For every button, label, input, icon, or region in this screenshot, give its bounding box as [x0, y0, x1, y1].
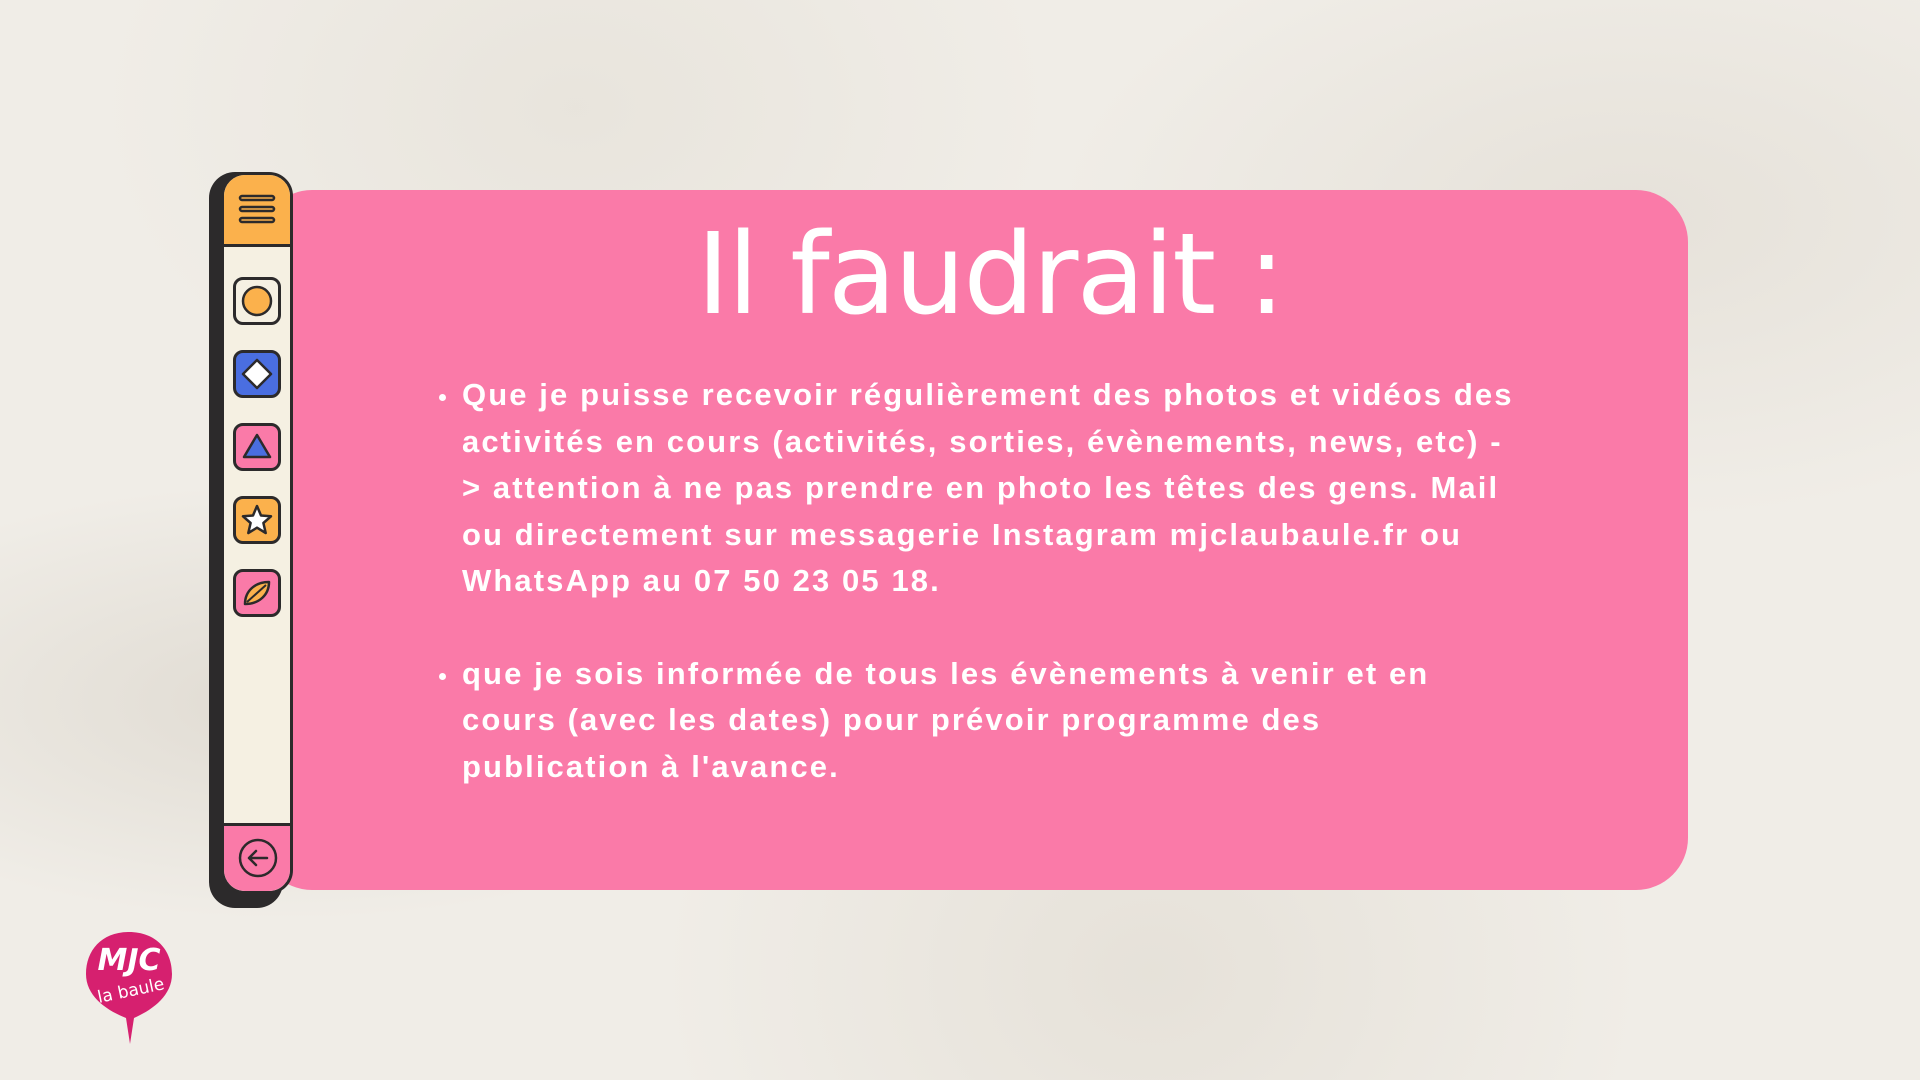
star-icon [241, 504, 273, 535]
bullet-item: que je sois informée de tous les évèneme… [460, 651, 1518, 791]
sidebar-button-star[interactable] [233, 496, 281, 544]
mjc-logo: MJC la baule [86, 932, 172, 1044]
sidebar-button-leaf[interactable] [233, 569, 281, 617]
diamond-icon [241, 358, 273, 390]
sidebar-button-diamond[interactable] [233, 350, 281, 398]
sidebar-button-triangle[interactable] [233, 423, 281, 471]
bullet-list: Que je puisse recevoir régulièrement des… [428, 372, 1518, 790]
page-title: Il faudrait : [696, 210, 1286, 340]
leaf-icon [243, 580, 271, 606]
bullet-list-container: Que je puisse recevoir régulièrement des… [428, 372, 1518, 836]
bullet-item: Que je puisse recevoir régulièrement des… [460, 372, 1518, 605]
logo-main-text: MJC [97, 943, 160, 978]
triangle-icon [242, 433, 272, 459]
sidebar-footer [224, 823, 290, 891]
back-arrow-icon[interactable] [237, 837, 279, 879]
